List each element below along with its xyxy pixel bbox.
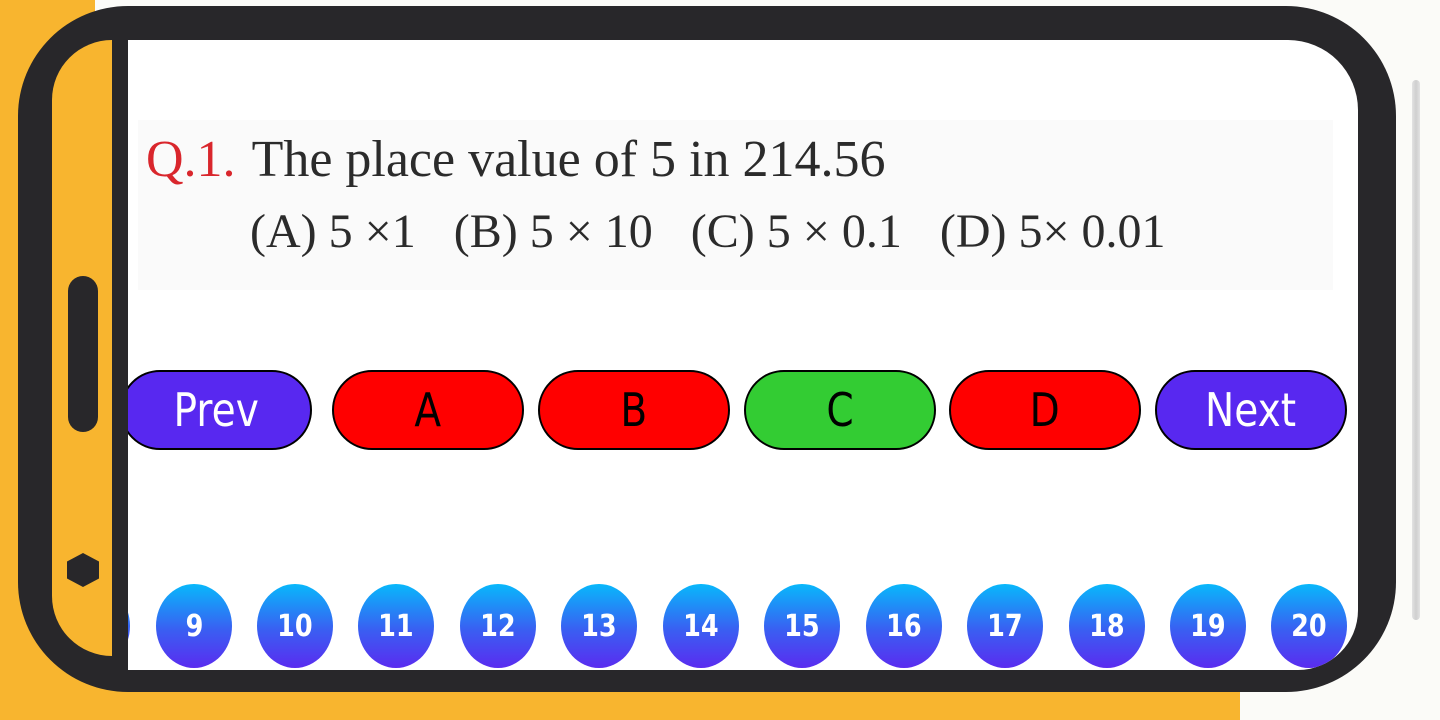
question-nav-item[interactable]: 16: [866, 584, 942, 668]
option-a-text: (A) 5 ×1: [250, 205, 416, 258]
question-nav-item-8[interactable]: 8: [128, 584, 130, 668]
question-nav-item[interactable]: 13: [561, 584, 637, 668]
answer-button-row: Prev A B C D Next: [128, 370, 1358, 454]
prev-button[interactable]: Prev: [128, 370, 312, 450]
question-nav-label: 9: [185, 608, 203, 644]
question-nav-item[interactable]: 10: [257, 584, 333, 668]
answer-b-button[interactable]: B: [538, 370, 730, 450]
question-navigator: 8 9 10 11 12 13 14 15 16 17 18 19 20: [128, 584, 1358, 668]
app-screen: Q.1. The place value of 5 in 214.56 (A) 5…: [128, 40, 1358, 670]
question-nav-item[interactable]: 17: [967, 584, 1043, 668]
phone-speaker-slot-icon: [68, 276, 98, 432]
question-nav-label: 14: [683, 608, 719, 644]
option-d-text: (D) 5× 0.01: [939, 205, 1166, 258]
question-nav-label: 18: [1089, 608, 1125, 644]
question-nav-item[interactable]: 18: [1069, 584, 1145, 668]
question-nav-label: 16: [886, 608, 922, 644]
options-line: (A) 5 ×1 (B) 5 × 10 (C) 5 × 0.1 (D) 5× 0.01: [250, 204, 1166, 259]
question-nav-item[interactable]: 12: [460, 584, 536, 668]
answer-c-label: C: [826, 383, 854, 437]
question-nav-label: 12: [480, 608, 516, 644]
question-number: Q.1.: [146, 131, 236, 188]
answer-c-button[interactable]: C: [744, 370, 936, 450]
question-nav-label: 13: [581, 608, 617, 644]
question-nav-item[interactable]: 20: [1271, 584, 1347, 668]
answer-a-label: A: [414, 383, 442, 437]
question-nav-item[interactable]: 15: [764, 584, 840, 668]
question-line: Q.1. The place value of 5 in 214.56: [146, 130, 885, 189]
next-button-label: Next: [1205, 383, 1297, 437]
question-nav-item[interactable]: 9: [156, 584, 232, 668]
question-nav-label: 17: [987, 608, 1023, 644]
prev-button-label: Prev: [173, 383, 259, 437]
question-nav-label: 10: [277, 608, 313, 644]
question-image: Q.1. The place value of 5 in 214.56 (A) 5…: [138, 120, 1333, 290]
answer-d-label: D: [1029, 383, 1061, 437]
question-nav-item[interactable]: 19: [1170, 584, 1246, 668]
question-text: The place value of 5 in 214.56: [251, 131, 886, 188]
answer-a-button[interactable]: A: [332, 370, 524, 450]
answer-b-label: B: [620, 383, 648, 437]
question-nav-item[interactable]: 11: [358, 584, 434, 668]
option-b-text: (B) 5 × 10: [453, 205, 653, 258]
answer-d-button[interactable]: D: [949, 370, 1141, 450]
question-nav-label: 20: [1291, 608, 1327, 644]
question-nav-item[interactable]: 14: [663, 584, 739, 668]
question-nav-label: 11: [378, 608, 414, 644]
option-c-text: (C) 5 × 0.1: [690, 205, 902, 258]
background-stripe: [1412, 80, 1420, 620]
question-nav-label: 19: [1190, 608, 1226, 644]
question-nav-label: 15: [784, 608, 820, 644]
next-button[interactable]: Next: [1155, 370, 1347, 450]
